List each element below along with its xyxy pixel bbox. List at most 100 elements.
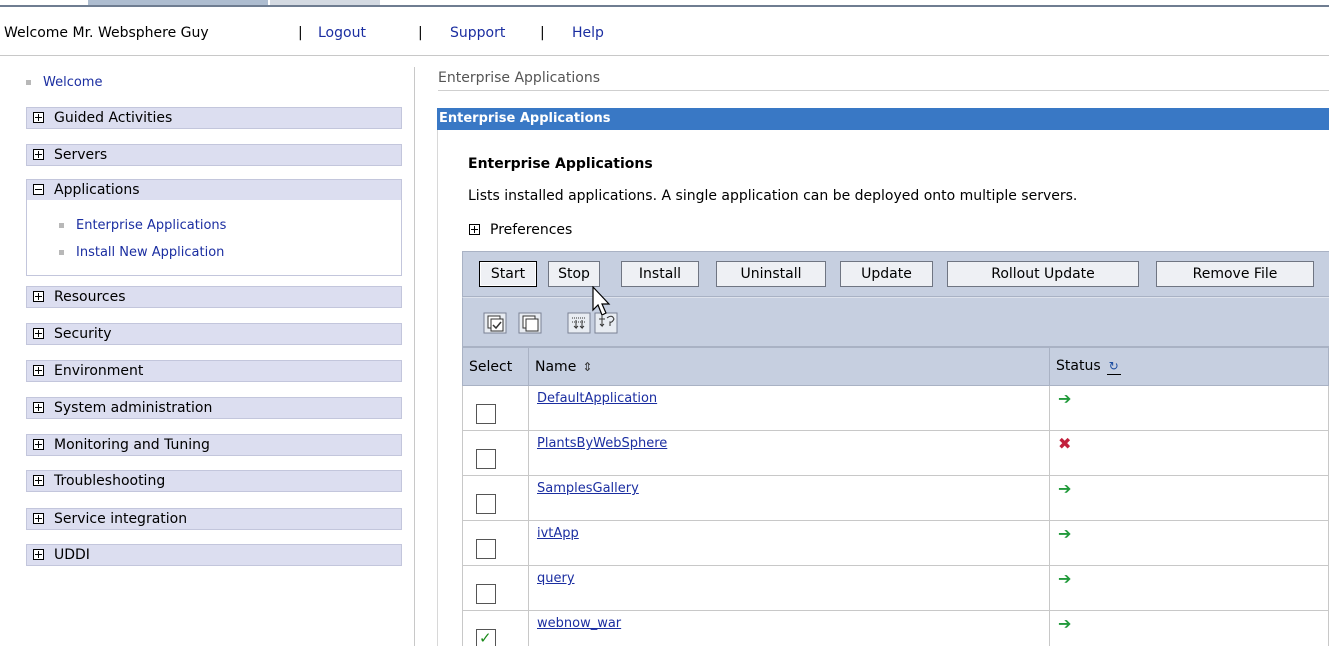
sidebar-item-label: Troubleshooting [54,473,166,489]
help-link[interactable]: Help [572,25,604,41]
app-link[interactable]: ivtApp [537,526,579,541]
bullet-icon [26,80,31,85]
expand-plus-icon[interactable] [33,365,44,376]
column-name[interactable]: Name ⇕ [528,347,1050,386]
sidebar-item-label: System administration [54,400,213,416]
deselect-all-icon[interactable] [518,312,542,334]
table-row: query ➔ [462,565,1329,611]
table-row: DefaultApplication ➔ [462,385,1329,431]
panel-header: Enterprise Applications [437,108,1329,130]
expand-plus-icon[interactable] [33,402,44,413]
expand-plus-icon[interactable] [33,112,44,123]
app-link[interactable]: PlantsByWebSphere [537,436,667,451]
header-separator: | [540,25,545,41]
refresh-icon[interactable]: ↻ [1106,359,1121,375]
rollout-update-button[interactable]: Rollout Update [947,261,1139,287]
logout-link[interactable]: Logout [318,25,366,41]
status-started-icon: ➔ [1058,388,1072,408]
expand-plus-icon[interactable] [33,439,44,450]
expand-plus-icon[interactable] [33,475,44,486]
update-button[interactable]: Update [840,261,933,287]
sidebar-item-label: UDDI [54,547,90,563]
select-all-icon[interactable] [483,312,507,334]
app-link[interactable]: DefaultApplication [537,391,657,406]
sidebar-item-label: Environment [54,363,144,379]
column-label: Select [469,358,513,375]
column-status[interactable]: Status ↻ [1049,347,1329,386]
mouse-cursor-icon [592,286,611,316]
sidebar-divider[interactable] [414,67,415,646]
sort-icon[interactable]: ⇕ [582,360,592,374]
preferences-label: Preferences [490,222,573,238]
header-separator: | [298,25,303,41]
sidebar-item-label: Servers [54,147,108,163]
expand-plus-icon[interactable] [33,291,44,302]
collapse-minus-icon[interactable] [33,184,44,195]
sidebar-item-label: Monitoring and Tuning [54,437,210,453]
status-stopped-icon: ✖ [1058,433,1072,453]
sidebar-item-resources[interactable]: Resources [26,286,402,308]
sidebar-item-security[interactable]: Security [26,323,402,345]
sidebar-welcome[interactable]: Welcome [26,75,102,90]
sidebar-item-environment[interactable]: Environment [26,360,402,382]
app-link[interactable]: webnow_war [537,616,621,631]
breadcrumb: Enterprise Applications [438,70,600,86]
sidebar-item-uddi[interactable]: UDDI [26,544,402,566]
column-label: Name [535,358,577,375]
expand-filter-icon[interactable] [567,312,591,334]
table-row: SamplesGallery ➔ [462,475,1329,521]
breadcrumb-divider [438,90,1329,91]
app-link[interactable]: query [537,571,575,586]
page-title: Enterprise Applications [468,156,653,172]
table-header-row: Select Name ⇕ Status ↻ [462,347,1329,386]
sidebar-item-troubleshooting[interactable]: Troubleshooting [26,470,402,492]
navigation-sidebar: Welcome Guided Activities Servers Applic… [0,57,415,646]
sidebar-item-label: Service integration [54,511,188,527]
sidebar-item-applications[interactable]: Applications [26,179,402,201]
start-button[interactable]: Start [479,261,537,287]
submenu-install-new-application[interactable]: Install New Application [59,245,224,260]
bullet-icon [59,250,64,255]
preferences-toggle[interactable]: Preferences [469,222,572,238]
expand-plus-icon[interactable] [33,328,44,339]
row-checkbox[interactable] [476,449,496,469]
sidebar-item-service-integration[interactable]: Service integration [26,508,402,530]
sidebar-item-label: Resources [54,289,126,305]
submenu-link[interactable]: Install New Application [76,245,224,260]
sidebar-item-guided-activities[interactable]: Guided Activities [26,107,402,129]
expand-plus-icon[interactable] [33,513,44,524]
uninstall-button[interactable]: Uninstall [716,261,826,287]
sidebar-item-label: Security [54,326,112,342]
sidebar-item-label: Applications [54,182,140,198]
sidebar-item-system-administration[interactable]: System administration [26,397,402,419]
sidebar-item-servers[interactable]: Servers [26,144,402,166]
expand-plus-icon[interactable] [469,224,480,235]
submenu-enterprise-applications[interactable]: Enterprise Applications [59,218,226,233]
sidebar-welcome-link[interactable]: Welcome [43,75,102,90]
status-started-icon: ➔ [1058,478,1072,498]
support-link[interactable]: Support [450,25,505,41]
expand-plus-icon[interactable] [33,549,44,560]
submenu-link[interactable]: Enterprise Applications [76,218,226,233]
header-separator: | [418,25,423,41]
status-started-icon: ➔ [1058,523,1072,543]
sidebar-item-monitoring-and-tuning[interactable]: Monitoring and Tuning [26,434,402,456]
remove-file-button[interactable]: Remove File [1156,261,1314,287]
row-checkbox[interactable] [476,539,496,559]
table-row: ivtApp ➔ [462,520,1329,566]
row-checkbox[interactable] [476,404,496,424]
bullet-icon [59,223,64,228]
applications-submenu: Enterprise Applications Install New Appl… [26,200,402,276]
row-checkbox[interactable] [476,494,496,514]
column-label: Status [1056,358,1101,374]
expand-plus-icon[interactable] [33,149,44,160]
column-select: Select [462,347,529,386]
status-started-icon: ➔ [1058,568,1072,588]
row-checkbox[interactable] [476,584,496,604]
top-border [0,5,1329,7]
install-button[interactable]: Install [621,261,699,287]
app-link[interactable]: SamplesGallery [537,481,639,496]
stop-button[interactable]: Stop [548,261,600,287]
row-checkbox[interactable] [476,629,496,646]
status-started-icon: ➔ [1058,613,1072,633]
